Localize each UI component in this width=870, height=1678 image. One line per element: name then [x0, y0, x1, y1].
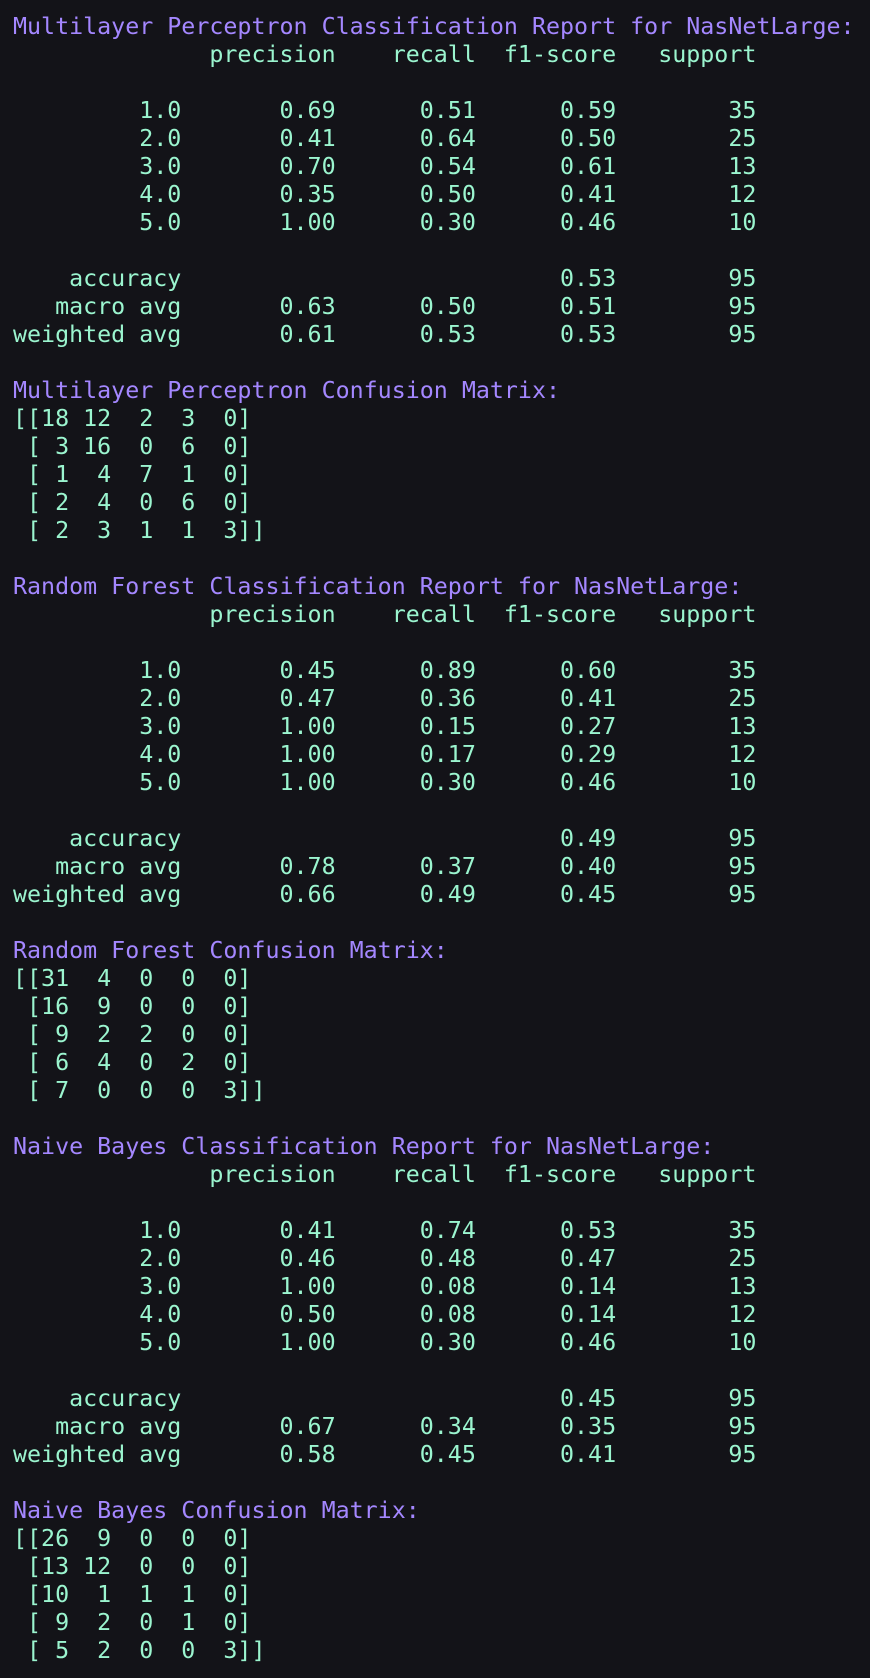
terminal-output: Multilayer Perceptron Classification Rep… — [13, 13, 855, 1665]
output-line: [13 12 0 0 0] — [13, 1553, 252, 1580]
section-heading: Multilayer Perceptron Classification Rep… — [13, 13, 855, 40]
output-line: 3.0 0.70 0.54 0.61 13 — [13, 153, 757, 180]
output-line: 4.0 1.00 0.17 0.29 12 — [13, 741, 757, 768]
output-line: [ 2 4 0 6 0] — [13, 489, 252, 516]
output-line: precision recall f1-score support — [13, 41, 757, 68]
output-line: [ 9 2 2 0 0] — [13, 1021, 252, 1048]
output-line: 4.0 0.35 0.50 0.41 12 — [13, 181, 757, 208]
output-line: macro avg 0.63 0.50 0.51 95 — [13, 293, 757, 320]
output-line: macro avg 0.78 0.37 0.40 95 — [13, 853, 757, 880]
output-line: [ 1 4 7 1 0] — [13, 461, 252, 488]
output-line: 5.0 1.00 0.30 0.46 10 — [13, 769, 757, 796]
output-line: precision recall f1-score support — [13, 601, 757, 628]
output-line: weighted avg 0.61 0.53 0.53 95 — [13, 321, 757, 348]
output-line: [10 1 1 1 0] — [13, 1581, 252, 1608]
output-line: 1.0 0.69 0.51 0.59 35 — [13, 97, 757, 124]
output-line: 1.0 0.45 0.89 0.60 35 — [13, 657, 757, 684]
output-line: macro avg 0.67 0.34 0.35 95 — [13, 1413, 757, 1440]
output-line: 5.0 1.00 0.30 0.46 10 — [13, 209, 757, 236]
output-line: 5.0 1.00 0.30 0.46 10 — [13, 1329, 757, 1356]
output-line: accuracy 0.49 95 — [13, 825, 757, 852]
output-line: 2.0 0.41 0.64 0.50 25 — [13, 125, 757, 152]
output-line: accuracy 0.45 95 — [13, 1385, 757, 1412]
output-line: precision recall f1-score support — [13, 1161, 757, 1188]
section-heading: Random Forest Classification Report for … — [13, 573, 743, 600]
output-line: [[26 9 0 0 0] — [13, 1525, 252, 1552]
output-line: [ 5 2 0 0 3]] — [13, 1637, 266, 1664]
output-line: 2.0 0.47 0.36 0.41 25 — [13, 685, 757, 712]
output-line: 2.0 0.46 0.48 0.47 25 — [13, 1245, 757, 1272]
output-line: [ 7 0 0 0 3]] — [13, 1077, 266, 1104]
output-line: [ 6 4 0 2 0] — [13, 1049, 252, 1076]
output-line: 3.0 1.00 0.15 0.27 13 — [13, 713, 757, 740]
section-heading: Multilayer Perceptron Confusion Matrix: — [13, 377, 561, 404]
output-line: [[18 12 2 3 0] — [13, 405, 252, 432]
output-line: 4.0 0.50 0.08 0.14 12 — [13, 1301, 757, 1328]
output-line: [16 9 0 0 0] — [13, 993, 252, 1020]
output-line: 3.0 1.00 0.08 0.14 13 — [13, 1273, 757, 1300]
output-line: [ 9 2 0 1 0] — [13, 1609, 252, 1636]
section-heading: Random Forest Confusion Matrix: — [13, 937, 448, 964]
section-heading: Naive Bayes Classification Report for Na… — [13, 1133, 715, 1160]
output-line: accuracy 0.53 95 — [13, 265, 757, 292]
output-line: weighted avg 0.66 0.49 0.45 95 — [13, 881, 757, 908]
section-heading: Naive Bayes Confusion Matrix: — [13, 1497, 420, 1524]
output-line: [ 3 16 0 6 0] — [13, 433, 252, 460]
output-line: 1.0 0.41 0.74 0.53 35 — [13, 1217, 757, 1244]
output-line: weighted avg 0.58 0.45 0.41 95 — [13, 1441, 757, 1468]
output-line: [ 2 3 1 1 3]] — [13, 517, 266, 544]
output-line: [[31 4 0 0 0] — [13, 965, 252, 992]
